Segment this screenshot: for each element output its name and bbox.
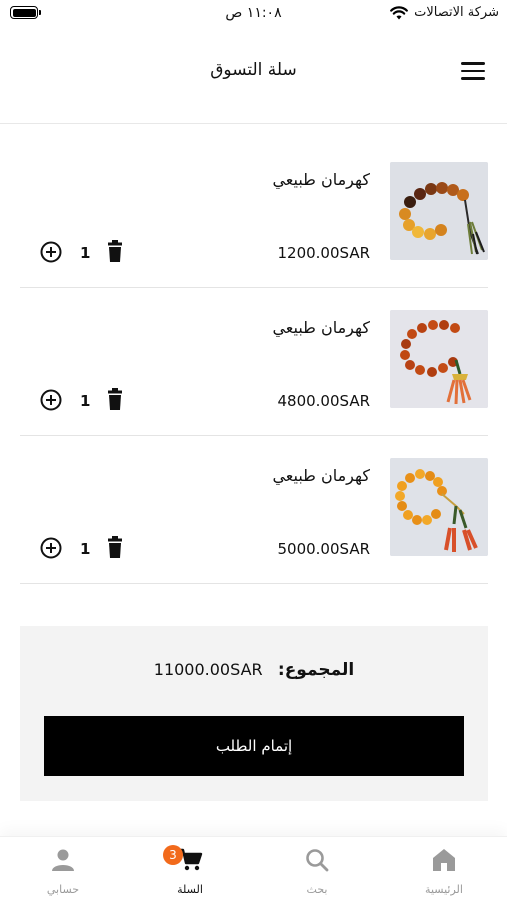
wifi-icon (390, 5, 409, 19)
product-price: 1200.00SAR (277, 244, 370, 262)
product-price: 4800.00SAR (277, 392, 370, 410)
trash-icon[interactable] (108, 536, 122, 558)
page-title: سلة التسوق (210, 60, 297, 80)
status-bar: ١١:٠٨ ص شركة الاتصالات (0, 0, 507, 28)
plus-circle-icon[interactable] (40, 537, 62, 559)
cart-item: كهرمان طبيعي 4800.00SAR 1 (20, 288, 488, 436)
plus-circle-icon[interactable] (40, 389, 62, 411)
nav-label-account: حسابي (46, 883, 80, 896)
status-carrier-group: شركة الاتصالات (390, 5, 499, 20)
header: سلة التسوق (0, 28, 507, 124)
plus-circle-icon[interactable] (40, 241, 62, 263)
cart-badge: 3 (163, 845, 183, 865)
product-name[interactable]: كهرمان طبيعي (272, 466, 370, 485)
quantity-value: 1 (80, 244, 91, 262)
trash-icon[interactable] (108, 240, 122, 262)
search-icon (306, 849, 329, 872)
product-image[interactable] (390, 458, 488, 556)
menu-icon[interactable] (461, 62, 485, 82)
product-image[interactable] (390, 310, 488, 408)
product-name[interactable]: كهرمان طبيعي (272, 318, 370, 337)
order-summary: 11000.00SAR المجموع: إتمام الطلب (20, 626, 488, 801)
home-icon (433, 849, 455, 871)
nav-item-home[interactable]: الرئيسية (381, 837, 507, 900)
nav-label-search: بحث (306, 883, 328, 896)
trash-icon[interactable] (108, 388, 122, 410)
bottom-nav: حسابي 3 السلة بحث الرئيسية (0, 836, 507, 900)
total-label: المجموع: (277, 660, 355, 680)
quantity-value: 1 (80, 392, 91, 410)
person-icon (52, 849, 74, 871)
product-price: 5000.00SAR (277, 540, 370, 558)
product-name[interactable]: كهرمان طبيعي (272, 170, 370, 189)
nav-label-home: الرئيسية (425, 883, 463, 896)
nav-item-account[interactable]: حسابي (0, 837, 126, 900)
product-image[interactable] (390, 162, 488, 260)
cart-item: كهرمان طبيعي 5000.00SAR 1 (20, 436, 488, 584)
nav-item-cart[interactable]: 3 السلة (127, 837, 253, 900)
total-value: 11000.00SAR (153, 660, 263, 679)
nav-label-cart: السلة (177, 883, 203, 896)
cart-item: كهرمان طبيعي 1200.00SAR 1 (20, 140, 488, 288)
nav-item-search[interactable]: بحث (254, 837, 380, 900)
carrier-name: شركة الاتصالات (414, 5, 499, 20)
checkout-button[interactable]: إتمام الطلب (44, 716, 464, 776)
quantity-value: 1 (80, 540, 91, 558)
cart-list: كهرمان طبيعي 1200.00SAR 1 كهرمان طبيعي 4… (20, 140, 488, 584)
total-row: 11000.00SAR المجموع: (20, 660, 488, 680)
